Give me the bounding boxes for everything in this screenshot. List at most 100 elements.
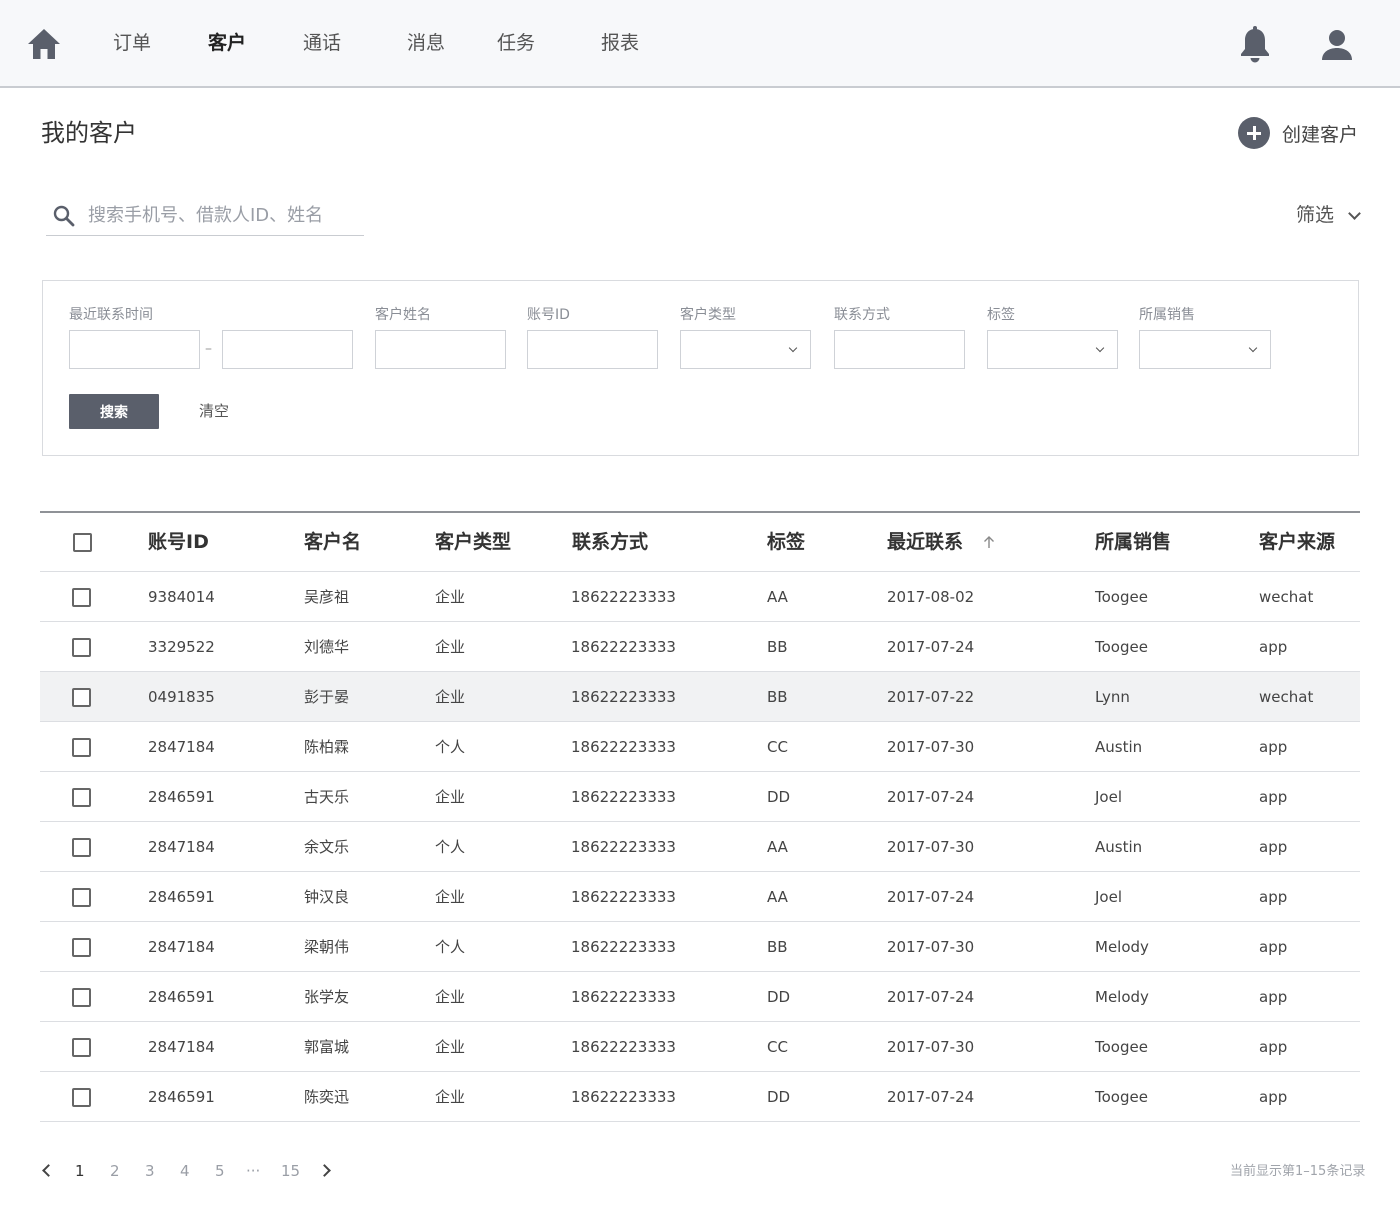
cell-source: app bbox=[1259, 638, 1288, 656]
row-checkbox[interactable] bbox=[72, 738, 91, 757]
column-header-source[interactable]: 客户来源 bbox=[1259, 529, 1335, 555]
cell-last-contact: 2017-07-30 bbox=[887, 1038, 975, 1056]
customer-name-field[interactable] bbox=[375, 330, 506, 369]
cell-account-id: 2846591 bbox=[148, 1088, 215, 1106]
filter-toggle[interactable]: 筛选 bbox=[1296, 201, 1361, 229]
cell-source: app bbox=[1259, 1088, 1288, 1106]
clear-button[interactable]: 清空 bbox=[199, 400, 229, 422]
search-bar bbox=[46, 196, 364, 236]
page-2[interactable]: 2 bbox=[110, 1160, 120, 1182]
table-row[interactable]: 2846591 钟汉良 企业 18622223333 AA 2017-07-24 Joel a… bbox=[40, 872, 1360, 922]
last-contact-start-input[interactable] bbox=[70, 331, 199, 368]
nav-item-messages[interactable]: 消息 bbox=[407, 30, 445, 56]
cell-last-contact: 2017-07-24 bbox=[887, 638, 975, 656]
account-id-field[interactable] bbox=[527, 330, 658, 369]
row-checkbox[interactable] bbox=[72, 788, 91, 807]
customer-name-input[interactable] bbox=[376, 331, 505, 368]
page-5[interactable]: 5 bbox=[215, 1160, 225, 1182]
contact-field[interactable] bbox=[834, 330, 965, 369]
chevron-right-icon[interactable] bbox=[318, 1164, 331, 1177]
column-header-contact[interactable]: 联系方式 bbox=[572, 529, 648, 555]
table-row[interactable]: 2846591 陈奕迅 企业 18622223333 DD 2017-07-24 Tooge… bbox=[40, 1072, 1360, 1122]
row-checkbox[interactable] bbox=[72, 938, 91, 957]
create-customer-label: 创建客户 bbox=[1282, 123, 1359, 146]
page-3[interactable]: 3 bbox=[145, 1160, 155, 1182]
cell-contact: 18622223333 bbox=[571, 588, 676, 606]
cell-contact: 18622223333 bbox=[571, 938, 676, 956]
sales-select[interactable] bbox=[1139, 330, 1271, 369]
page-1[interactable]: 1 bbox=[75, 1160, 85, 1182]
table-row[interactable]: 2846591 张学友 企业 18622223333 DD 2017-07-24 Melod… bbox=[40, 972, 1360, 1022]
cell-customer-name: 刘德华 bbox=[304, 638, 350, 656]
cell-customer-type: 企业 bbox=[435, 688, 466, 706]
cell-last-contact: 2017-07-24 bbox=[887, 788, 975, 806]
column-header-last-contact[interactable]: 最近联系 bbox=[887, 529, 963, 555]
nav-item-tasks[interactable]: 任务 bbox=[497, 30, 535, 56]
cell-customer-name: 陈柏霖 bbox=[304, 738, 350, 756]
table-row[interactable]: 2846591 古天乐 企业 18622223333 DD 2017-07-24 Joel a… bbox=[40, 772, 1360, 822]
table-row[interactable]: 2847184 陈柏霖 个人 18622223333 CC 2017-07-30 Austi… bbox=[40, 722, 1360, 772]
bell-icon[interactable] bbox=[1238, 26, 1272, 64]
column-header-sales[interactable]: 所属销售 bbox=[1095, 529, 1171, 555]
nav-item-reports[interactable]: 报表 bbox=[601, 30, 639, 56]
row-checkbox[interactable] bbox=[72, 1088, 91, 1107]
last-contact-end-input[interactable] bbox=[223, 331, 352, 368]
user-icon[interactable] bbox=[1320, 28, 1354, 62]
row-checkbox[interactable] bbox=[72, 588, 91, 607]
nav-item-orders[interactable]: 订单 bbox=[113, 30, 151, 56]
column-header-customer-name[interactable]: 客户名 bbox=[304, 529, 361, 555]
plus-circle-icon bbox=[1238, 117, 1270, 149]
nav-item-calls[interactable]: 通话 bbox=[303, 30, 341, 56]
filter-label-sales: 所属销售 bbox=[1139, 307, 1195, 323]
column-header-customer-type[interactable]: 客户类型 bbox=[435, 529, 511, 555]
create-customer-button[interactable]: 创建客户 bbox=[1238, 116, 1358, 150]
table-row[interactable]: 3329522 刘德华 企业 18622223333 BB 2017-07-24 Tooge… bbox=[40, 622, 1360, 672]
contact-input[interactable] bbox=[835, 331, 964, 368]
last-contact-start-field[interactable] bbox=[69, 330, 200, 369]
cell-account-id: 0491835 bbox=[148, 688, 215, 706]
cell-tag: DD bbox=[767, 788, 791, 806]
column-header-tag[interactable]: 标签 bbox=[767, 529, 805, 555]
chevron-left-icon[interactable] bbox=[42, 1164, 55, 1177]
cell-contact: 18622223333 bbox=[571, 838, 676, 856]
select-all-checkbox[interactable] bbox=[73, 533, 92, 552]
cell-sales: Melody bbox=[1095, 988, 1149, 1006]
row-checkbox[interactable] bbox=[72, 688, 91, 707]
cell-sales: Toogee bbox=[1095, 1038, 1148, 1056]
cell-customer-type: 企业 bbox=[435, 638, 466, 656]
page-title: 我的客户 bbox=[41, 119, 137, 147]
nav-item-customers[interactable]: 客户 bbox=[208, 30, 246, 56]
column-header-account-id[interactable]: 账号ID bbox=[148, 529, 209, 555]
cell-tag: BB bbox=[767, 938, 788, 956]
cell-tag: DD bbox=[767, 988, 791, 1006]
row-checkbox[interactable] bbox=[72, 1038, 91, 1057]
cell-customer-type: 企业 bbox=[435, 1038, 466, 1056]
search-input[interactable] bbox=[88, 200, 358, 230]
table-row[interactable]: 9384014 吴彦祖 企业 18622223333 AA 2017-08-02 Tooge… bbox=[40, 572, 1360, 622]
cell-customer-type: 个人 bbox=[435, 938, 466, 956]
cell-account-id: 2846591 bbox=[148, 888, 215, 906]
cell-sales: Toogee bbox=[1095, 588, 1148, 606]
home-icon[interactable] bbox=[26, 26, 62, 62]
row-checkbox[interactable] bbox=[72, 888, 91, 907]
filter-label-contact: 联系方式 bbox=[834, 307, 890, 323]
row-checkbox[interactable] bbox=[72, 638, 91, 657]
account-id-input[interactable] bbox=[528, 331, 657, 368]
table-row[interactable]: 2847184 郭富城 企业 18622223333 CC 2017-07-30 Tooge… bbox=[40, 1022, 1360, 1072]
arrow-up-icon[interactable] bbox=[983, 535, 995, 549]
cell-customer-name: 余文乐 bbox=[304, 838, 350, 856]
cell-customer-type: 企业 bbox=[435, 888, 466, 906]
page-4[interactable]: 4 bbox=[180, 1160, 190, 1182]
table-row[interactable]: 0491835 彭于晏 企业 18622223333 BB 2017-07-22 Lynn w… bbox=[40, 672, 1360, 722]
cell-source: app bbox=[1259, 988, 1288, 1006]
table-row[interactable]: 2847184 梁朝伟 个人 18622223333 BB 2017-07-30 Melod… bbox=[40, 922, 1360, 972]
customer-type-select[interactable] bbox=[680, 330, 811, 369]
table-row[interactable]: 2847184 余文乐 个人 18622223333 AA 2017-07-30 Austi… bbox=[40, 822, 1360, 872]
tag-select[interactable] bbox=[987, 330, 1118, 369]
search-button[interactable]: 搜索 bbox=[69, 394, 159, 429]
cell-last-contact: 2017-07-30 bbox=[887, 738, 975, 756]
row-checkbox[interactable] bbox=[72, 838, 91, 857]
page-15[interactable]: 15 bbox=[281, 1160, 300, 1182]
row-checkbox[interactable] bbox=[72, 988, 91, 1007]
last-contact-end-field[interactable] bbox=[222, 330, 353, 369]
